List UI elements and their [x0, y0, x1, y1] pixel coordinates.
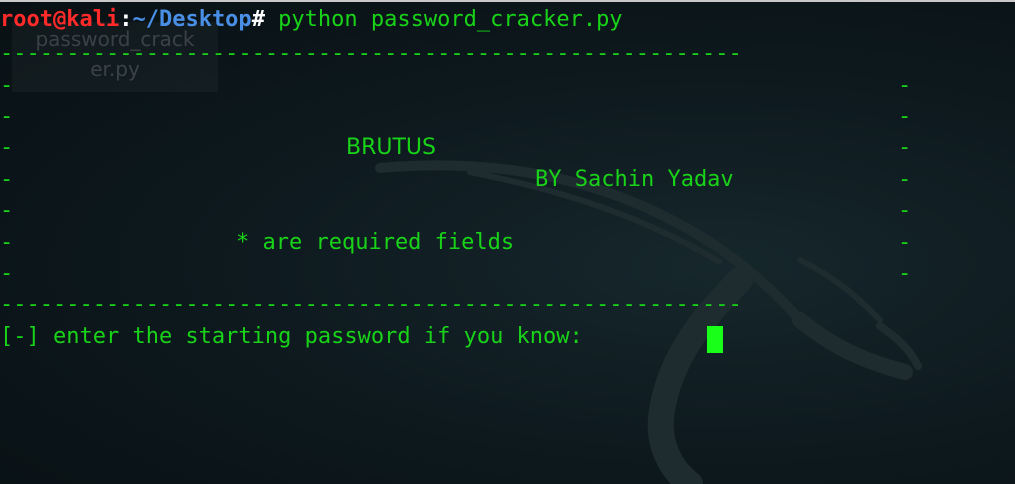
banner-left-side: - — [0, 135, 14, 160]
banner-right-side: - — [898, 198, 912, 223]
banner-right-side: - — [898, 104, 912, 129]
banner-right-side: - — [898, 230, 912, 255]
terminal-cursor[interactable] — [707, 326, 723, 353]
banner-left-side: - — [0, 261, 14, 286]
banner-left-side: - — [0, 230, 14, 255]
banner-left-side: - — [0, 104, 14, 129]
prompt-user-host: root@kali — [0, 7, 120, 32]
banner-left-side: - — [0, 73, 14, 98]
banner-right-side: - — [898, 261, 912, 286]
terminal-window[interactable]: password_crack er.py root@kali:~/Desktop… — [0, 0, 1015, 484]
banner-right-side: - — [898, 73, 912, 98]
password-input-prompt: [-] enter the starting password if you k… — [0, 324, 597, 349]
prompt-path: ~/Desktop — [132, 7, 252, 32]
window-top-border — [0, 0, 1015, 2]
banner-bottom-border: ----------------------------------------… — [0, 292, 742, 317]
banner-title: BRUTUS — [346, 135, 436, 160]
banner-required-note: * are required fields — [236, 230, 515, 255]
prompt-hash: # — [251, 7, 265, 32]
banner-author: BY Sachin Yadav — [535, 167, 734, 192]
command-prompt-line: root@kali:~/Desktop# python password_cra… — [0, 6, 623, 34]
prompt-separator: : — [119, 7, 133, 32]
banner-left-side: - — [0, 198, 14, 223]
banner-right-side: - — [898, 167, 912, 192]
banner-right-side: - — [898, 135, 912, 160]
banner-left-side: - — [0, 167, 14, 192]
banner-top-border: ----------------------------------------… — [0, 41, 742, 66]
entered-command: python password_cracker.py — [264, 7, 623, 32]
